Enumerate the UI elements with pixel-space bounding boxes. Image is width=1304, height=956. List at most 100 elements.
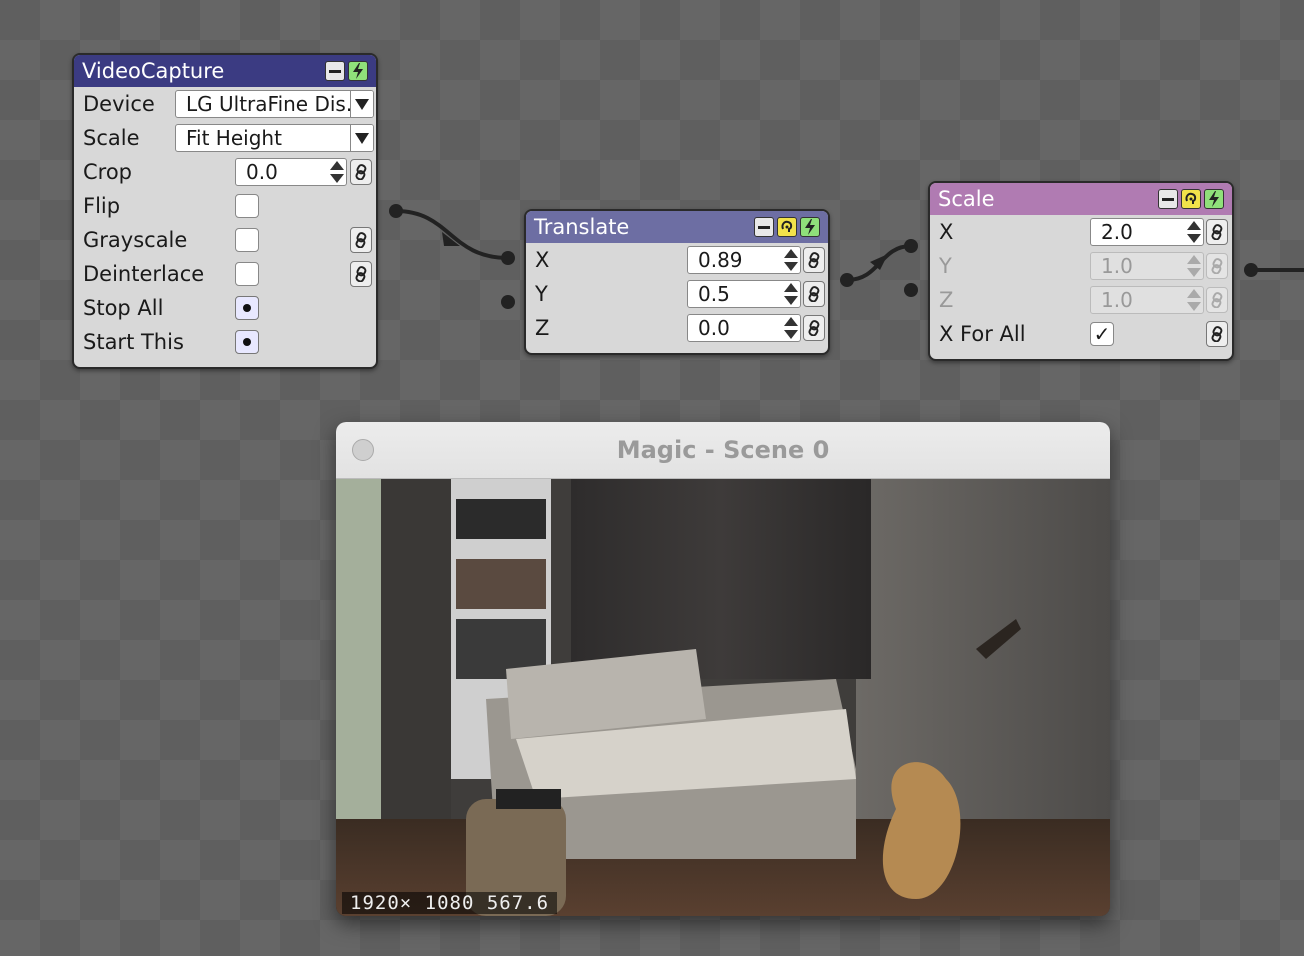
scale-y-input: 1.0: [1090, 252, 1204, 280]
x-for-all-checkbox[interactable]: ✓: [1090, 322, 1114, 346]
start-this-label: Start This: [83, 330, 184, 354]
grayscale-checkbox[interactable]: [235, 228, 259, 252]
deinterlace-checkbox[interactable]: [235, 262, 259, 286]
scale-dropdown[interactable]: Fit Height: [175, 124, 374, 152]
videocapture-output-port[interactable]: [389, 204, 403, 218]
crop-value: 0.0: [246, 160, 278, 184]
device-value: LG UltraFine Dis...: [186, 92, 365, 116]
translate-x-label: X: [535, 248, 550, 272]
fire-icon[interactable]: [1204, 189, 1224, 209]
window-close-icon[interactable]: [352, 439, 374, 461]
translate-input-port-2[interactable]: [501, 295, 515, 309]
crop-row: Crop 0.0: [74, 155, 376, 189]
link-icon[interactable]: [1206, 321, 1228, 347]
scale-label: Scale: [83, 126, 140, 150]
scale-input-port-1[interactable]: [904, 239, 918, 253]
scale-row: Scale Fit Height: [74, 121, 376, 155]
translate-y-row: Y 0.5: [526, 277, 828, 311]
x-for-all-label: X For All: [939, 322, 1026, 346]
videocapture-header[interactable]: VideoCapture: [74, 55, 376, 87]
stepper-icon[interactable]: [1187, 221, 1201, 243]
translate-x-input[interactable]: 0.89: [687, 246, 801, 274]
scale-y-value: 1.0: [1101, 254, 1133, 278]
scale-header[interactable]: Scale: [930, 183, 1232, 215]
link-icon[interactable]: [350, 227, 372, 253]
translate-z-value: 0.0: [698, 316, 730, 340]
stepper-icon: [1187, 255, 1201, 277]
scale-value: Fit Height: [186, 126, 282, 150]
link-icon[interactable]: [350, 159, 372, 185]
scale-z-label: Z: [939, 288, 954, 312]
scale-z-input: 1.0: [1090, 286, 1204, 314]
scale-node[interactable]: Scale X 2.0 Y 1.0 Z 1.0 X For All ✓: [928, 181, 1234, 361]
scale-output-port[interactable]: [1244, 263, 1258, 277]
translate-header[interactable]: Translate: [526, 211, 828, 243]
dropdown-arrow-icon: [350, 91, 373, 117]
scale-x-value: 2.0: [1101, 220, 1133, 244]
scale-y-label: Y: [939, 254, 952, 278]
translate-node[interactable]: Translate X 0.89 Y 0.5 Z 0.0: [524, 209, 830, 355]
translate-z-label: Z: [535, 316, 550, 340]
stop-all-row: Stop All: [74, 291, 376, 325]
translate-y-value: 0.5: [698, 282, 730, 306]
crop-input[interactable]: 0.0: [235, 158, 347, 186]
node-title: Translate: [534, 215, 630, 239]
stepper-icon[interactable]: [784, 317, 798, 339]
flip-row: Flip: [74, 189, 376, 223]
minimize-icon[interactable]: [1158, 189, 1178, 209]
scene-titlebar[interactable]: Magic - Scene 0: [336, 422, 1110, 479]
checkmark-icon: ✓: [1093, 322, 1111, 346]
deinterlace-label: Deinterlace: [83, 262, 205, 286]
translate-z-row: Z 0.0: [526, 311, 828, 345]
translate-z-input[interactable]: 0.0: [687, 314, 801, 342]
stop-all-pulse-button[interactable]: [235, 296, 259, 320]
scale-y-row: Y 1.0: [930, 249, 1232, 283]
videocapture-node[interactable]: VideoCapture Device LG UltraFine Dis... …: [72, 53, 378, 369]
scale-x-input[interactable]: 2.0: [1090, 218, 1204, 246]
stepper-icon[interactable]: [784, 249, 798, 271]
minimize-icon[interactable]: [754, 217, 774, 237]
stepper-icon[interactable]: [330, 161, 344, 183]
start-this-row: Start This: [74, 325, 376, 359]
scale-x-label: X: [939, 220, 954, 244]
video-preview: 1920× 1080 567.6: [336, 479, 1110, 916]
link-icon[interactable]: [350, 261, 372, 287]
translate-y-label: Y: [535, 282, 548, 306]
stepper-icon: [1187, 289, 1201, 311]
scene-status-readout: 1920× 1080 567.6: [342, 892, 558, 914]
grayscale-label: Grayscale: [83, 228, 188, 252]
link-icon[interactable]: [1206, 219, 1228, 245]
link-icon: [1206, 287, 1228, 313]
translate-x-value: 0.89: [698, 248, 743, 272]
fire-icon[interactable]: [348, 61, 368, 81]
x-for-all-row: X For All ✓: [930, 317, 1232, 351]
grayscale-row: Grayscale: [74, 223, 376, 257]
scale-z-value: 1.0: [1101, 288, 1133, 312]
link-icon[interactable]: [803, 281, 825, 307]
scale-x-row: X 2.0: [930, 215, 1232, 249]
start-this-pulse-button[interactable]: [235, 330, 259, 354]
scene-window[interactable]: Magic - Scene 0 1920× 1080 567.6: [336, 422, 1110, 916]
translate-y-input[interactable]: 0.5: [687, 280, 801, 308]
device-row: Device LG UltraFine Dis...: [74, 87, 376, 121]
crop-label: Crop: [83, 160, 133, 184]
scale-z-row: Z 1.0: [930, 283, 1232, 317]
minimize-icon[interactable]: [325, 61, 345, 81]
dropdown-arrow-icon: [350, 125, 373, 151]
translate-output-port[interactable]: [840, 273, 854, 287]
stepper-icon[interactable]: [784, 283, 798, 305]
flip-checkbox[interactable]: [235, 194, 259, 218]
ear-icon[interactable]: [1181, 189, 1201, 209]
link-icon[interactable]: [803, 247, 825, 273]
ear-icon[interactable]: [777, 217, 797, 237]
device-label: Device: [83, 92, 155, 116]
stop-all-label: Stop All: [83, 296, 164, 320]
link-icon: [1206, 253, 1228, 279]
scene-title: Magic - Scene 0: [616, 436, 830, 464]
device-dropdown[interactable]: LG UltraFine Dis...: [175, 90, 374, 118]
cord-videocapture-translate: [395, 209, 509, 260]
translate-input-port-1[interactable]: [501, 251, 515, 265]
link-icon[interactable]: [803, 315, 825, 341]
fire-icon[interactable]: [800, 217, 820, 237]
scale-input-port-2[interactable]: [904, 283, 918, 297]
